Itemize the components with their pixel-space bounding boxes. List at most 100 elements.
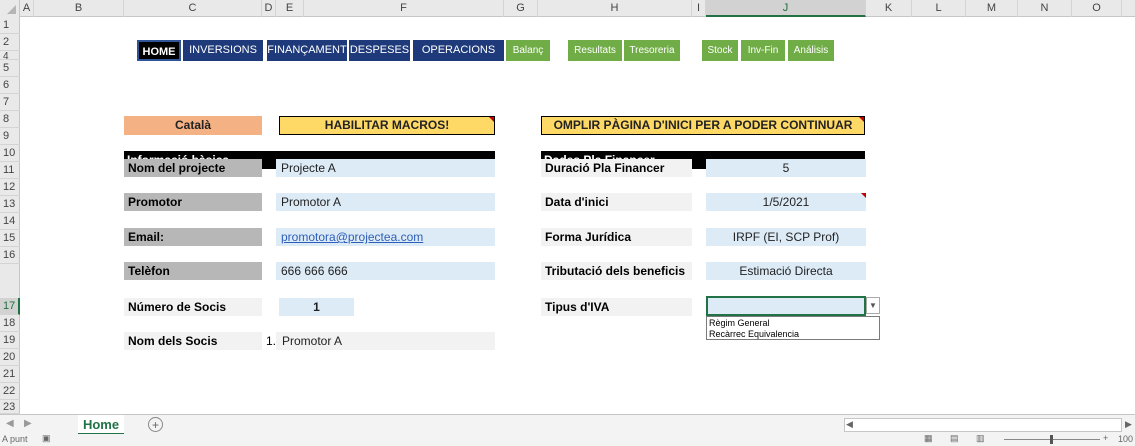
sheet-tab-bar: ◀ ▶ Home + ◀ ▶	[0, 414, 1135, 435]
row-header[interactable]: 6	[0, 77, 20, 94]
legal-form-label: Forma Jurídica	[541, 228, 692, 246]
column-header-j[interactable]: J	[706, 0, 866, 17]
tax-label: Tributació dels beneficis	[541, 262, 692, 280]
column-header-a[interactable]: A	[20, 0, 34, 17]
status-text: A punt	[2, 434, 28, 444]
row-header[interactable]: 13	[0, 196, 20, 213]
partners-count-input[interactable]: 1	[279, 298, 354, 316]
nav-resultats-button[interactable]: Resultats	[568, 40, 622, 61]
nav-financament-button[interactable]: FINANÇAMENT	[267, 40, 347, 61]
start-date-label: Data d'inici	[541, 193, 692, 211]
page-break-view-icon[interactable]: ▥	[976, 433, 985, 444]
vat-type-select[interactable]	[706, 296, 866, 316]
legal-form-select[interactable]: IRPF (EI, SCP Prof)	[706, 228, 866, 246]
start-date-input[interactable]: 1/5/2021	[706, 193, 866, 211]
zoom-level[interactable]: 100	[1118, 434, 1133, 444]
comment-indicator-icon	[489, 117, 494, 122]
nav-balanc-button[interactable]: Balanç	[506, 40, 550, 61]
zoom-slider-thumb[interactable]	[1050, 435, 1053, 444]
chevron-down-icon[interactable]: ▼	[866, 297, 880, 314]
column-header-n[interactable]: N	[1018, 0, 1072, 17]
column-header-k[interactable]: K	[866, 0, 912, 17]
row-header[interactable]: 22	[0, 383, 20, 400]
scroll-right-icon[interactable]: ▶	[1125, 419, 1132, 430]
email-field[interactable]: promotora@projectea.com	[276, 228, 495, 246]
partner-name-input[interactable]: Promotor A	[276, 332, 495, 350]
row-header[interactable]: 21	[0, 366, 20, 383]
enable-macros-button[interactable]: HABILITAR MACROS!	[279, 116, 495, 135]
nav-stock-button[interactable]: Stock	[702, 40, 738, 61]
nav-despeses-button[interactable]: DESPESES	[349, 40, 410, 61]
partners-count-label: Número de Socis	[124, 298, 262, 316]
tax-select[interactable]: Estimació Directa	[706, 262, 866, 280]
fill-home-page-notice: OMPLIR PÀGINA D'INICI PER A PODER CONTIN…	[541, 116, 865, 135]
normal-view-icon[interactable]: ▦	[924, 433, 933, 444]
row-header[interactable]: 14	[0, 213, 20, 230]
row-header[interactable]: 11	[0, 162, 20, 179]
row-header[interactable]: 2	[0, 34, 20, 51]
row-header[interactable]: 12	[0, 179, 20, 196]
row-header[interactable]: 23	[0, 400, 20, 414]
macro-record-icon[interactable]: ▣	[42, 433, 51, 444]
vat-option[interactable]: Recàrrec Equivalencia	[709, 329, 877, 340]
nav-operacions-button[interactable]: OPERACIONS	[413, 40, 504, 61]
comment-indicator-icon	[859, 117, 864, 122]
column-header-d[interactable]: D	[262, 0, 276, 17]
row-header-bar: 1 2 4 5 6 7 8 9 10 11 12 13 14 15 16 17 …	[0, 17, 20, 414]
language-button[interactable]: Català	[124, 116, 262, 135]
add-sheet-icon[interactable]: +	[148, 417, 163, 432]
column-header-g[interactable]: G	[504, 0, 538, 17]
notice-label: OMPLIR PÀGINA D'INICI PER A PODER CONTIN…	[553, 118, 853, 132]
scroll-left-icon[interactable]: ◀	[846, 419, 853, 430]
column-header-h[interactable]: H	[538, 0, 692, 17]
column-header-f[interactable]: F	[304, 0, 504, 17]
column-header-m[interactable]: M	[966, 0, 1018, 17]
row-header[interactable]: 9	[0, 128, 20, 145]
nav-inv-fin-button[interactable]: Inv-Fin	[741, 40, 785, 61]
row-header[interactable]: 4	[0, 51, 20, 62]
page-layout-icon[interactable]: ▤	[950, 433, 959, 444]
phone-input[interactable]: 666 666 666	[276, 262, 495, 280]
promoter-input[interactable]: Promotor A	[276, 193, 495, 211]
next-sheet-icon[interactable]: ▶	[24, 418, 32, 429]
row-header[interactable]: 15	[0, 230, 20, 247]
row-header[interactable]: 8	[0, 111, 20, 128]
email-label: Email:	[124, 228, 262, 246]
row-header[interactable]: 5	[0, 60, 20, 77]
nav-home-button[interactable]: HOME	[137, 40, 181, 61]
select-all-corner[interactable]	[0, 0, 20, 17]
nav-inversions-button[interactable]: INVERSIONS	[183, 40, 263, 61]
project-name-label: Nom del projecte	[124, 159, 262, 177]
row-header[interactable]: 1	[0, 17, 20, 34]
duration-label: Duració Pla Financer	[541, 159, 692, 177]
column-header-l[interactable]: L	[912, 0, 966, 17]
column-header-o[interactable]: O	[1072, 0, 1122, 17]
comment-indicator-icon	[861, 193, 866, 198]
column-header-i[interactable]: I	[692, 0, 706, 17]
row-header[interactable]: 20	[0, 349, 20, 366]
partners-names-label: Nom dels Socis	[124, 332, 262, 350]
column-header-c[interactable]: C	[124, 0, 262, 17]
horizontal-scrollbar[interactable]	[844, 418, 1122, 432]
project-name-input[interactable]: Projecte A	[276, 159, 495, 177]
sheet-tab-home[interactable]: Home	[78, 415, 124, 435]
enable-macros-label: HABILITAR MACROS!	[324, 118, 450, 132]
nav-analisis-button[interactable]: Análisis	[788, 40, 834, 61]
duration-input[interactable]: 5	[706, 159, 866, 177]
row-header[interactable]: 18	[0, 315, 20, 332]
promoter-label: Promotor	[124, 193, 262, 211]
row-header[interactable]: 16	[0, 247, 20, 264]
row-header[interactable]: 19	[0, 332, 20, 349]
vat-options-dropdown: Règim General Recàrrec Equivalencia	[706, 316, 880, 340]
vat-option[interactable]: Règim General	[709, 318, 877, 329]
vat-type-label: Tipus d'IVA	[541, 298, 692, 316]
zoom-in-icon[interactable]: +	[1103, 433, 1108, 443]
nav-tresoreria-button[interactable]: Tresoreria	[624, 40, 680, 61]
row-header[interactable]: 10	[0, 145, 20, 162]
phone-label: Telèfon	[124, 262, 262, 280]
column-header-b[interactable]: B	[34, 0, 124, 17]
row-header[interactable]: 7	[0, 94, 20, 111]
column-header-e[interactable]: E	[276, 0, 304, 17]
row-header-selected[interactable]: 17	[0, 298, 20, 315]
prev-sheet-icon[interactable]: ◀	[6, 418, 14, 429]
